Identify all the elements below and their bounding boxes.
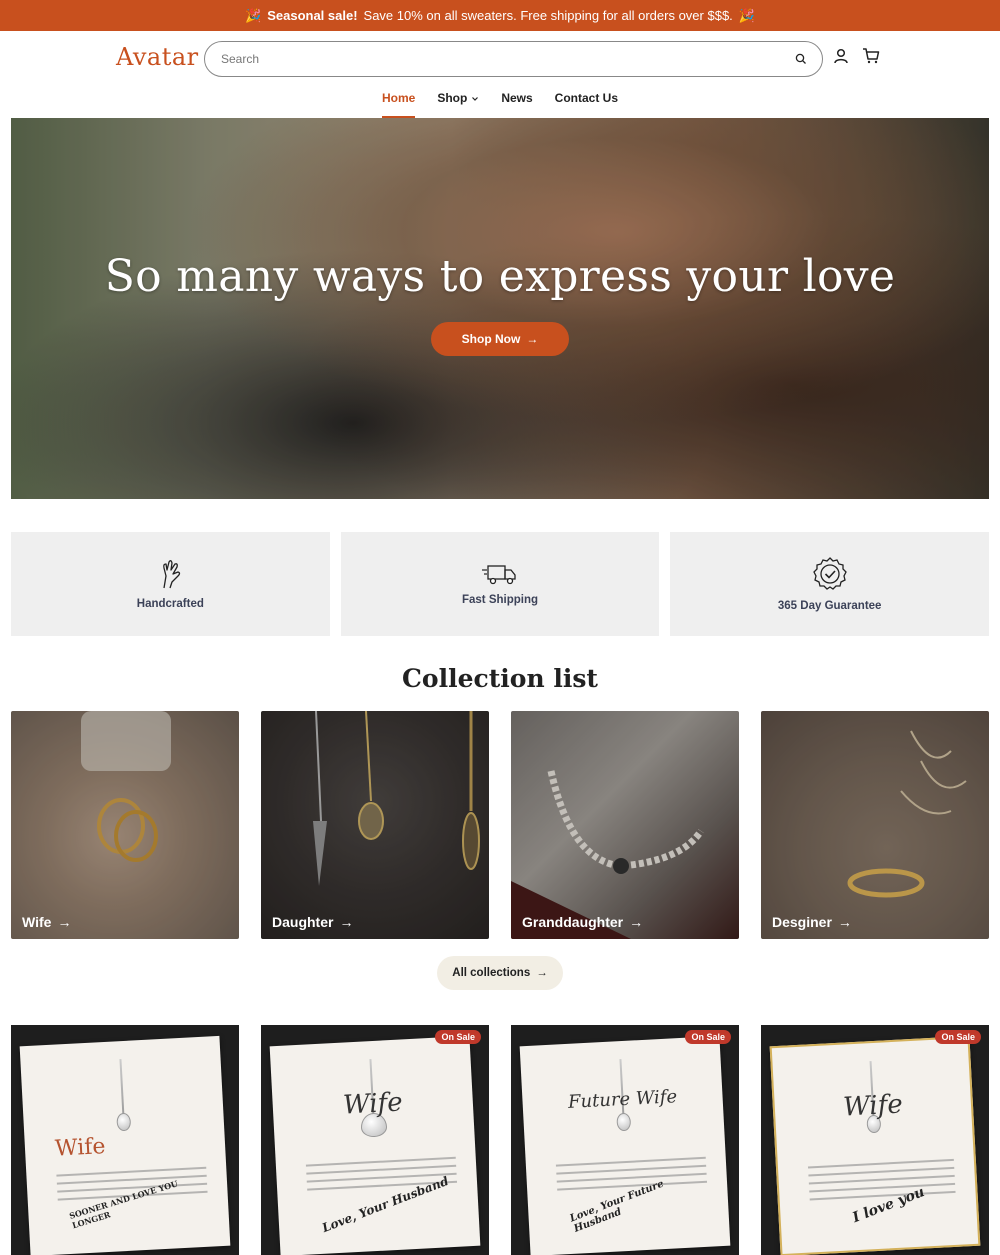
hero-image	[11, 118, 989, 499]
hero-title: So many ways to express your love	[104, 251, 896, 302]
collection-grid: Wife → Daughter → Granddaughter → Desginer →	[11, 711, 989, 939]
all-collections-label: All collections	[452, 967, 531, 979]
product-card[interactable]: Future Wife Love, Your Future Husband On…	[511, 1025, 739, 1255]
announcement-bar: 🎉 Seasonal sale! Save 10% on all sweater…	[0, 0, 1000, 31]
product-image: Wife Love, Your Husband	[269, 1035, 481, 1255]
nav-home[interactable]: Home	[381, 87, 416, 118]
collection-card-desginer[interactable]: Desginer →	[761, 711, 989, 939]
card-title: Wife	[842, 1089, 904, 1123]
announcement-strong: Seasonal sale!	[267, 8, 358, 23]
arrow-right-icon: →	[339, 914, 354, 930]
search-bar[interactable]	[204, 41, 823, 77]
collection-label: Desginer	[772, 914, 832, 930]
necklace-pendant	[616, 1112, 632, 1132]
feature-label: Fast Shipping	[461, 594, 539, 606]
nav-news[interactable]: News	[501, 87, 532, 118]
search-icon[interactable]	[794, 52, 808, 66]
feature-label: 365 Day Guarantee	[777, 600, 882, 612]
feature-row: Handcrafted Fast Shipping 365 Day Guaran…	[11, 532, 990, 636]
arrow-right-icon: →	[629, 914, 644, 930]
collection-name: Granddaughter →	[522, 914, 643, 930]
product-grid: Wife SOONER AND LOVE YOU LONGER Wife Lov…	[11, 1025, 989, 1255]
arrow-right-icon: →	[837, 914, 852, 930]
shop-now-button[interactable]: Shop Now →	[431, 322, 569, 356]
on-sale-badge: On Sale	[935, 1030, 981, 1044]
arrow-right-icon: →	[57, 914, 72, 930]
hero-banner: So many ways to express your love Shop N…	[11, 118, 989, 499]
collection-name: Desginer →	[772, 914, 852, 930]
logo[interactable]: Avatar	[116, 43, 199, 71]
arrow-right-icon: →	[526, 332, 539, 346]
chevron-down-icon	[471, 91, 479, 106]
hand-icon	[156, 558, 184, 590]
feature-label: Handcrafted	[136, 598, 204, 610]
nav-shop[interactable]: Shop	[437, 87, 479, 118]
collection-overlay	[511, 711, 739, 939]
shop-now-label: Shop Now	[461, 332, 521, 346]
collection-overlay	[761, 711, 989, 939]
collection-overlay	[11, 711, 239, 939]
cart-icon[interactable]	[862, 47, 880, 65]
product-card[interactable]: Wife Love, Your Husband On Sale	[261, 1025, 489, 1255]
nav-news-label: News	[501, 91, 533, 105]
collection-label: Granddaughter	[522, 914, 624, 930]
feature-guarantee: 365 Day Guarantee	[670, 532, 990, 636]
product-card[interactable]: Wife SOONER AND LOVE YOU LONGER	[11, 1025, 239, 1255]
product-card[interactable]: Wife I love you On Sale	[761, 1025, 989, 1255]
collection-label: Wife	[22, 914, 52, 930]
announcement-text: Save 10% on all sweaters. Free shipping …	[363, 8, 733, 23]
necklace-chain	[119, 1059, 125, 1120]
collection-name: Wife →	[22, 914, 71, 930]
on-sale-badge: On Sale	[435, 1030, 481, 1044]
on-sale-badge: On Sale	[685, 1030, 731, 1044]
account-icon[interactable]	[832, 47, 850, 65]
collection-overlay	[261, 711, 489, 939]
card-title: Wife	[342, 1087, 404, 1121]
party-emoji: 🎉	[245, 7, 262, 23]
collection-card-wife[interactable]: Wife →	[11, 711, 239, 939]
feature-handcrafted: Handcrafted	[11, 532, 330, 636]
search-input[interactable]	[221, 52, 794, 66]
product-image: Wife SOONER AND LOVE YOU LONGER	[19, 1035, 231, 1255]
main-nav: Home Shop News Contact Us	[0, 87, 1000, 118]
truck-icon	[482, 562, 518, 586]
necklace-pendant	[116, 1112, 132, 1132]
all-collections-button[interactable]: All collections →	[437, 956, 563, 990]
feature-fast-shipping: Fast Shipping	[340, 532, 660, 636]
header: Avatar	[0, 31, 1000, 87]
nav-home-label: Home	[381, 91, 416, 105]
nav-contact[interactable]: Contact Us	[555, 87, 618, 118]
nav-contact-label: Contact Us	[554, 91, 619, 105]
header-icons	[832, 47, 880, 65]
product-image: Wife I love you	[769, 1035, 981, 1255]
card-title: Wife	[54, 1134, 107, 1162]
product-image: Future Wife Love, Your Future Husband	[519, 1035, 731, 1255]
collection-card-daughter[interactable]: Daughter →	[261, 711, 489, 939]
badge-check-icon	[812, 556, 848, 592]
party-emoji: 🎉	[738, 7, 755, 23]
nav-shop-label: Shop	[437, 91, 468, 105]
collection-card-granddaughter[interactable]: Granddaughter →	[511, 711, 739, 939]
collection-name: Daughter →	[272, 914, 353, 930]
arrow-right-icon: →	[536, 967, 548, 979]
collection-title: Collection list	[402, 664, 598, 693]
collection-label: Daughter	[272, 914, 334, 930]
